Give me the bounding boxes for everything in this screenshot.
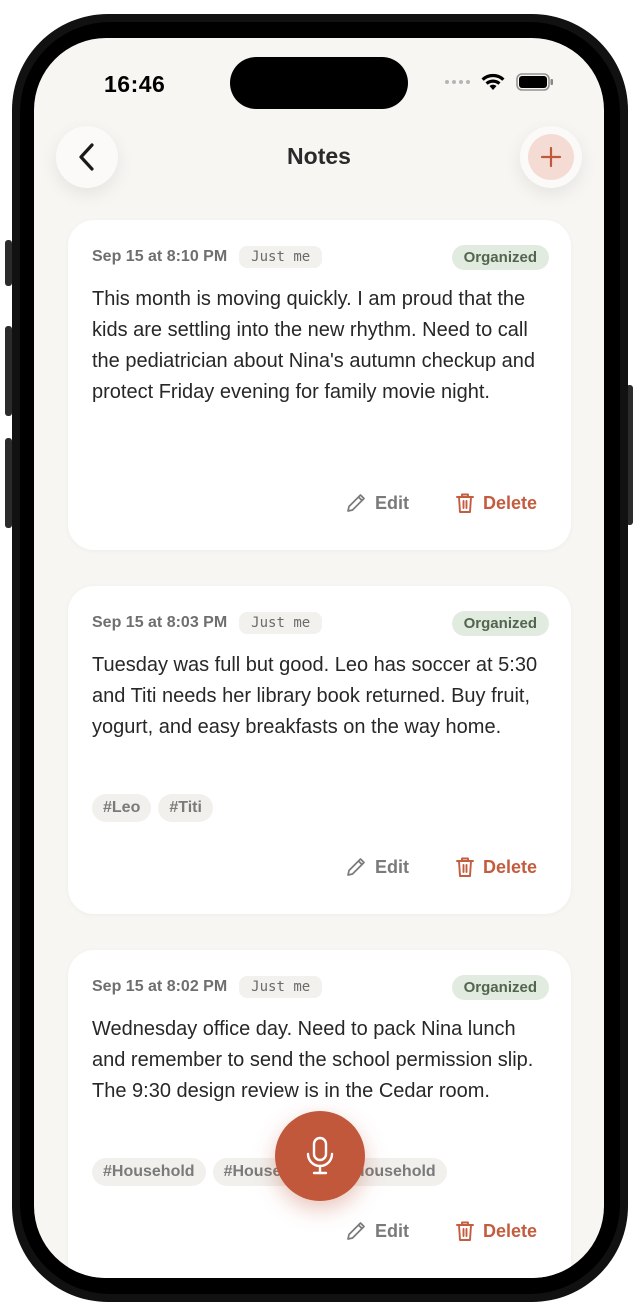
plus-icon [540,146,562,168]
delete-button[interactable]: Delete [455,492,537,514]
battery-icon [516,73,553,91]
tag-chip[interactable]: #Titi [158,794,213,822]
note-card: Sep 15 at 8:03 PM Just me Organized Tues… [68,586,571,914]
delete-label: Delete [482,1220,537,1241]
delete-label: Delete [482,856,537,877]
status-badge: Organized [451,974,549,1000]
pencil-icon [347,858,365,876]
note-text: This month is moving quickly. I am proud… [92,288,535,403]
pencil-icon [347,494,365,512]
audience-chip: Just me [239,976,323,998]
note-text: Wednesday office day. Need to pack Nina … [92,1018,534,1102]
audience-chip: Just me [239,246,323,268]
note-card: Sep 15 at 8:10 PM Just me Organized This… [68,220,571,550]
trash-icon [456,493,474,513]
status-icons [445,72,554,92]
page-title: Notes [287,143,351,169]
status-time: 16:46 [104,71,166,97]
edit-label: Edit [374,1220,409,1241]
note-date: Sep 15 at 8:02 PM [92,978,228,995]
trash-icon [456,1221,474,1241]
dynamic-island [230,57,408,109]
pencil-icon [347,1222,365,1240]
delete-button[interactable]: Delete [455,856,537,878]
microphone-icon [306,1136,334,1175]
status-badge: Organized [451,244,549,270]
status-badge: Organized [451,610,549,636]
action-button [5,240,12,286]
tag-chip[interactable]: #Household [92,1158,206,1186]
note-text: Tuesday was full but good. Leo has socce… [92,654,538,738]
trash-icon [456,857,474,877]
delete-label: Delete [482,492,537,513]
volume-down-button [5,438,12,528]
wifi-icon [481,73,505,90]
edit-button[interactable]: Edit [345,492,409,514]
edit-button[interactable]: Edit [345,1220,409,1242]
add-note-button[interactable] [520,126,582,188]
audience-chip: Just me [239,612,323,634]
signal-dots-icon [445,80,470,84]
delete-button[interactable]: Delete [455,1220,537,1242]
tag-chip[interactable]: #Leo [92,794,152,822]
edit-label: Edit [374,856,409,877]
edit-button[interactable]: Edit [345,856,409,878]
record-voice-note-button[interactable] [275,1111,365,1201]
note-date: Sep 15 at 8:03 PM [92,614,228,631]
phone-screen: 16:46 Notes Sep 15 at 8:10 PM Just me Or… [34,38,604,1278]
note-date: Sep 15 at 8:10 PM [92,248,228,265]
volume-up-button [5,326,12,416]
edit-label: Edit [374,492,409,513]
